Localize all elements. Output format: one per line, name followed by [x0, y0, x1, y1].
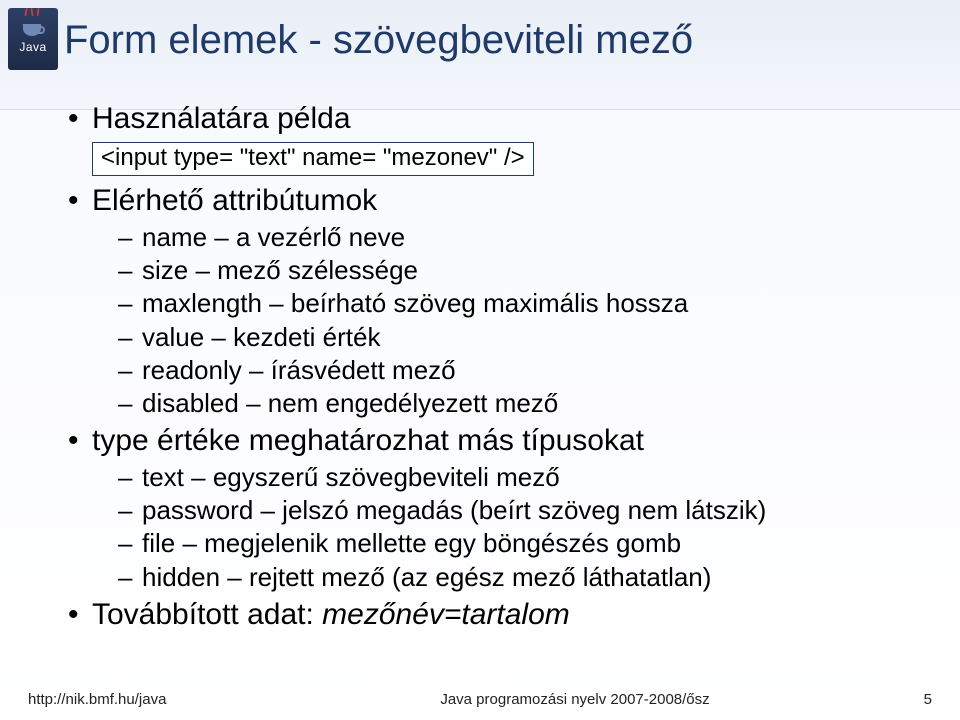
java-logo: Java [8, 8, 58, 70]
slide: Java Form elemek - szövegbeviteli mező H… [0, 0, 960, 720]
attr-size: size – mező szélessége [112, 254, 920, 287]
attr-disabled: disabled – nem engedélyezett mező [112, 387, 920, 420]
type-file: file – megjelenik mellette egy böngészés… [112, 527, 920, 560]
footer-course: Java programozási nyelv 2007-2008/ősz [278, 691, 872, 708]
slide-content: Használatára példa <input type= "text" n… [64, 100, 920, 636]
type-text: text – egyszerű szövegbeviteli mező [112, 461, 920, 494]
logo-text: Java [19, 40, 46, 54]
footer-page: 5 [872, 691, 932, 708]
bullet-type: type értéke meghatározhat más típusokat … [64, 422, 920, 593]
bullet-attributes: Elérhető attribútumok name – a vezérlő n… [64, 182, 920, 420]
transmitted-value: mezőnév=tartalom [322, 598, 570, 631]
slide-title: Form elemek - szövegbeviteli mező [64, 18, 693, 63]
footer: http://nik.bmf.hu/java Java programozási… [0, 691, 960, 708]
footer-url: http://nik.bmf.hu/java [28, 691, 278, 708]
attr-maxlength: maxlength – beírható szöveg maximális ho… [112, 287, 920, 320]
bullet-example: Használatára példa [64, 100, 920, 138]
attr-value: value – kezdeti érték [112, 321, 920, 354]
attr-name: name – a vezérlő neve [112, 221, 920, 254]
type-hidden: hidden – rejtett mező (az egész mező lát… [112, 561, 920, 594]
bullet-type-label: type értéke meghatározhat más típusokat [92, 424, 644, 457]
attr-readonly: readonly – írásvédett mező [112, 354, 920, 387]
transmitted-prefix: Továbbított adat: [92, 598, 322, 631]
code-example: <input type= "text" name= "mezonev" /> [92, 142, 534, 176]
bullet-attributes-label: Elérhető attribútumok [92, 184, 377, 217]
type-password: password – jelszó megadás (beírt szöveg … [112, 494, 920, 527]
bullet-transmitted: Továbbított adat: mezőnév=tartalom [64, 596, 920, 634]
coffee-cup-icon [19, 14, 47, 36]
